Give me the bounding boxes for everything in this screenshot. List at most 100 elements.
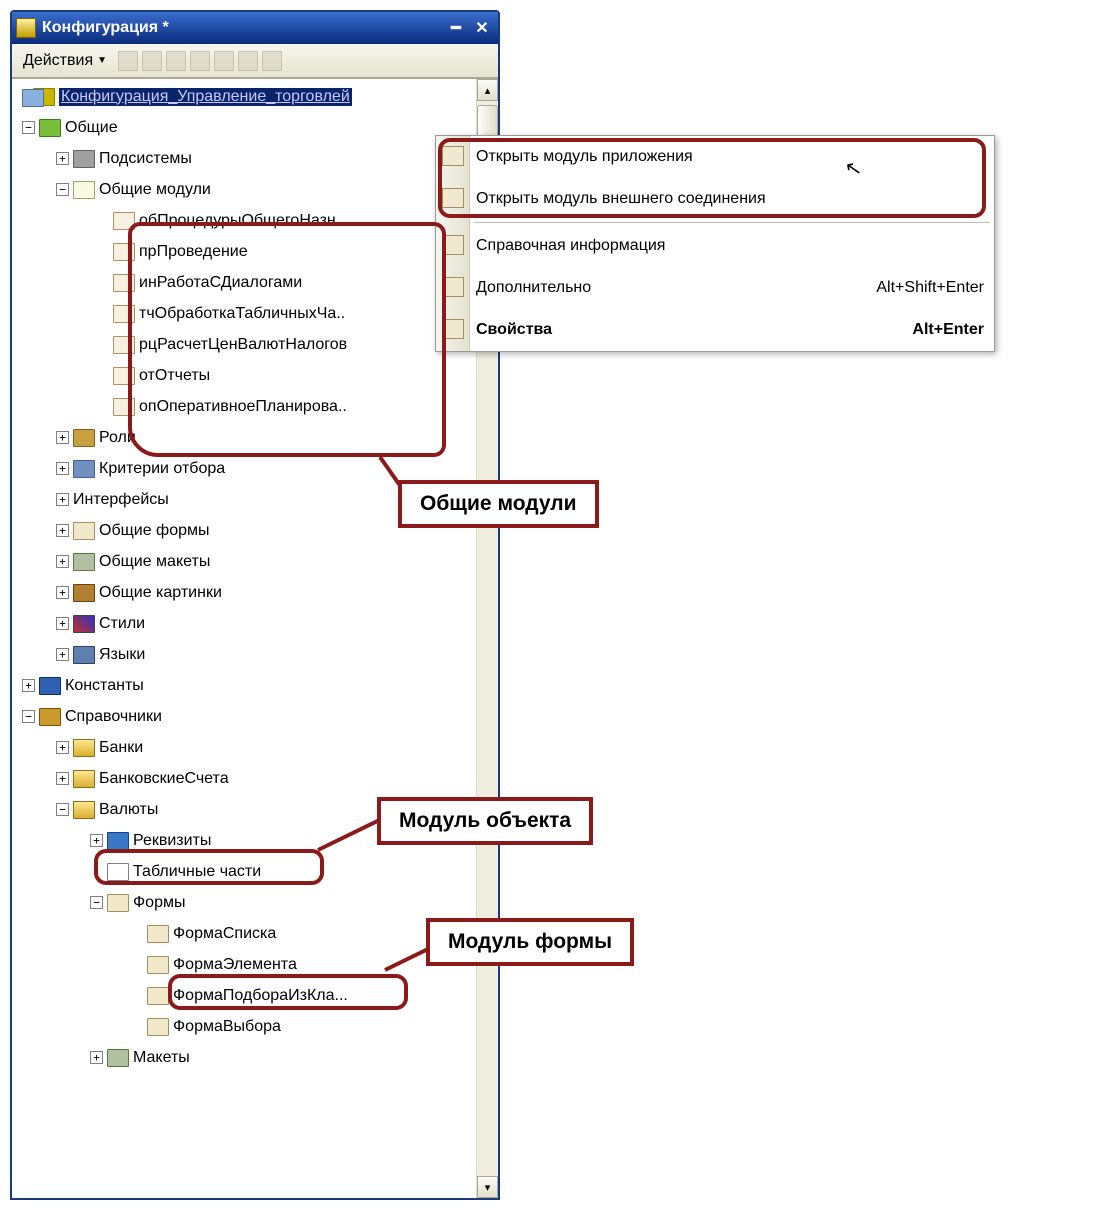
- expand-toggle[interactable]: +: [56, 493, 69, 506]
- toolbar-icon-sort[interactable]: [238, 51, 258, 71]
- menu-item-open-ext-module[interactable]: Открыть модуль внешнего соединения: [436, 178, 994, 220]
- toolbar-icon-3[interactable]: [166, 51, 186, 71]
- expand-toggle[interactable]: +: [90, 1051, 103, 1064]
- roles-icon: [73, 429, 95, 447]
- actions-menu-button[interactable]: Действия ▼: [16, 49, 114, 73]
- tree-bank-accounts[interactable]: +БанковскиеСчета: [12, 763, 476, 794]
- tree-module-item[interactable]: обПроцедурыОбщегоНазн..: [12, 205, 476, 236]
- scroll-up-button[interactable]: ▴: [477, 79, 498, 101]
- tree-common-modules[interactable]: − Общие модули: [12, 174, 476, 205]
- folder-icon: [73, 770, 95, 788]
- attributes-icon: [107, 832, 129, 850]
- menu-item-open-app-module[interactable]: Открыть модуль приложения: [436, 136, 994, 178]
- tree-form-item[interactable]: ФормаЭлемента: [12, 949, 476, 980]
- expand-toggle[interactable]: +: [56, 555, 69, 568]
- expand-toggle[interactable]: +: [56, 772, 69, 785]
- expand-toggle[interactable]: +: [56, 462, 69, 475]
- tree-constants[interactable]: +Константы: [12, 670, 476, 701]
- tree-roles[interactable]: +Роли: [12, 422, 476, 453]
- window-title: Конфигурация *: [42, 19, 442, 37]
- module-icon: [113, 305, 135, 323]
- folder-icon: [73, 739, 95, 757]
- expand-toggle[interactable]: +: [56, 741, 69, 754]
- form-icon: [107, 894, 129, 912]
- tree-common[interactable]: − Общие: [12, 112, 476, 143]
- tree-tabular[interactable]: Табличные части: [12, 856, 476, 887]
- expand-toggle[interactable]: +: [22, 679, 35, 692]
- form-icon: [147, 987, 169, 1005]
- callout-label-common-modules: Общие модули: [398, 480, 599, 528]
- tree-subsystems[interactable]: + Подсистемы: [12, 143, 476, 174]
- tree-styles[interactable]: +Стили: [12, 608, 476, 639]
- scroll-track[interactable]: [477, 255, 498, 1176]
- expand-toggle[interactable]: −: [22, 710, 35, 723]
- tree-module-item[interactable]: рцРасчетЦенВалютНалогов: [12, 329, 476, 360]
- toolbar-icon-down[interactable]: [214, 51, 234, 71]
- language-icon: [73, 646, 95, 664]
- expand-toggle[interactable]: +: [56, 152, 69, 165]
- expand-toggle[interactable]: +: [56, 524, 69, 537]
- chevron-down-icon: ▼: [97, 55, 107, 66]
- callout-label-object-module: Модуль объекта: [377, 797, 593, 845]
- expand-toggle[interactable]: +: [56, 431, 69, 444]
- minimize-button[interactable]: ━: [444, 17, 468, 39]
- tree-module-item[interactable]: опОперативноеПланирова..: [12, 391, 476, 422]
- toolbar-icon-1[interactable]: [118, 51, 138, 71]
- module-icon: [442, 188, 464, 208]
- tree-common-layouts[interactable]: +Общие макеты: [12, 546, 476, 577]
- tree-module-item[interactable]: тчОбработкаТабличныхЧа..: [12, 298, 476, 329]
- close-button[interactable]: ✕: [470, 17, 494, 39]
- toolbar-icon-filter[interactable]: [262, 51, 282, 71]
- tree-form-item[interactable]: ФормаВыбора: [12, 1011, 476, 1042]
- layout-icon: [107, 1049, 129, 1067]
- toolbar-icon-up[interactable]: [190, 51, 210, 71]
- toolbar-icon-2[interactable]: [142, 51, 162, 71]
- menu-item-properties[interactable]: Свойства Alt+Enter: [436, 309, 994, 351]
- tree-layouts[interactable]: +Макеты: [12, 1042, 476, 1073]
- tree-catalogs[interactable]: −Справочники: [12, 701, 476, 732]
- expand-toggle[interactable]: −: [56, 183, 69, 196]
- layout-icon: [73, 553, 95, 571]
- callout-label-form-module: Модуль формы: [426, 918, 634, 966]
- expand-toggle[interactable]: −: [22, 121, 35, 134]
- menu-item-additional[interactable]: Дополнительно Alt+Shift+Enter: [436, 267, 994, 309]
- content-area: Конфигурация_Управление_торговлей − Общи…: [12, 78, 498, 1198]
- module-icon: [113, 336, 135, 354]
- filter-icon: [73, 460, 95, 478]
- tree-module-item[interactable]: прПроведение: [12, 236, 476, 267]
- puzzle-icon: [39, 119, 61, 137]
- expand-toggle[interactable]: −: [56, 803, 69, 816]
- expand-toggle[interactable]: +: [56, 586, 69, 599]
- subsystems-icon: [73, 150, 95, 168]
- expand-toggle[interactable]: +: [56, 617, 69, 630]
- tree-module-item[interactable]: отОтчеты: [12, 360, 476, 391]
- config-tree[interactable]: Конфигурация_Управление_торговлей − Общи…: [12, 79, 476, 1198]
- form-icon: [73, 522, 95, 540]
- interface-icon: [22, 89, 44, 107]
- tree-form-item[interactable]: ФормаПодбораИзКла...: [12, 980, 476, 1011]
- module-icon: [442, 146, 464, 166]
- folder-icon: [73, 801, 95, 819]
- tree-form-item[interactable]: ФормаСписка: [12, 918, 476, 949]
- tree-module-item[interactable]: инРаботаСДиалогами: [12, 267, 476, 298]
- expand-toggle[interactable]: −: [90, 896, 103, 909]
- context-menu: Открыть модуль приложения Открыть модуль…: [435, 135, 995, 352]
- menu-separator: [474, 222, 990, 223]
- tree-root[interactable]: Конфигурация_Управление_торговлей: [12, 81, 476, 112]
- expand-toggle[interactable]: +: [56, 648, 69, 661]
- catalogs-icon: [39, 708, 61, 726]
- module-icon: [113, 274, 135, 292]
- titlebar[interactable]: Конфигурация * ━ ✕: [12, 12, 498, 44]
- scroll-down-button[interactable]: ▾: [477, 1176, 498, 1198]
- tree-root-label: Конфигурация_Управление_торговлей: [59, 88, 352, 106]
- expand-toggle[interactable]: +: [90, 834, 103, 847]
- tree-forms[interactable]: −Формы: [12, 887, 476, 918]
- module-icon: [113, 398, 135, 416]
- help-icon: [442, 235, 464, 255]
- tree-languages[interactable]: +Языки: [12, 639, 476, 670]
- additional-icon: [442, 277, 464, 297]
- tree-banks[interactable]: +Банки: [12, 732, 476, 763]
- tree-common-pictures[interactable]: +Общие картинки: [12, 577, 476, 608]
- menu-item-help[interactable]: Справочная информация: [436, 225, 994, 267]
- properties-icon: [442, 319, 464, 339]
